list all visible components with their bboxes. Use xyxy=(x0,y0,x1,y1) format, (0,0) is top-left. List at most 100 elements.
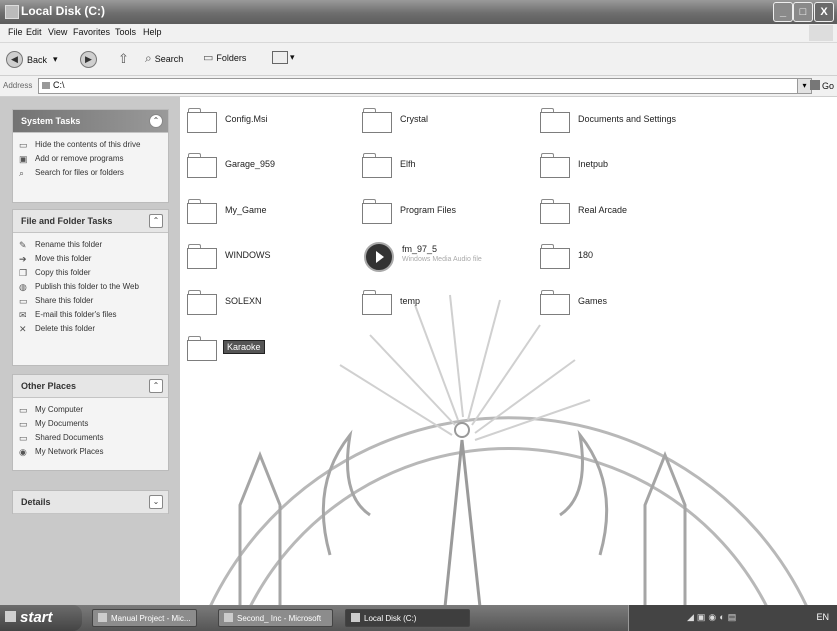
folder-icon xyxy=(362,153,392,178)
folder-icon xyxy=(362,108,392,133)
folder-icon xyxy=(187,153,217,178)
up-folder-button[interactable]: ⇧ xyxy=(118,51,129,67)
system-tasks-header[interactable]: System Tasks ⌃ xyxy=(13,110,168,133)
collapse-icon[interactable]: ⌃ xyxy=(149,214,163,228)
task-pane: System Tasks ⌃ ▭ Hide the contents of thi… xyxy=(0,97,180,605)
taskbar-button-second[interactable]: Second_ Inc - Microsoft xyxy=(218,609,333,627)
windows-flag-icon xyxy=(809,25,833,41)
start-button[interactable]: start xyxy=(0,605,82,631)
folder-icon xyxy=(187,290,217,315)
file-folder-tasks-title: File and Folder Tasks xyxy=(21,216,113,226)
documents-icon: ▭ xyxy=(19,419,28,429)
folder-icon xyxy=(540,244,570,269)
rename-field[interactable]: Karaoke xyxy=(223,340,265,354)
tray-icons[interactable]: ◢▣◉◐▤ xyxy=(687,612,739,623)
search-icon: ⌕ xyxy=(19,168,25,178)
toolbar: ◀ Back ▾ ▶ ⇧ ⌕ Search ▭ Folders ▾ xyxy=(0,43,837,76)
details-header[interactable]: Details ⌄ xyxy=(13,491,168,514)
drive-icon xyxy=(5,5,19,19)
university-seal-watermark xyxy=(208,294,809,607)
menu-help[interactable]: Help xyxy=(143,27,162,37)
shared-documents-link[interactable]: ▭ Shared Documents xyxy=(13,431,168,445)
window-title: Local Disk (C:) xyxy=(21,4,106,18)
menu-tools[interactable]: Tools xyxy=(115,27,136,37)
address-input[interactable]: C:\ ▾ xyxy=(38,78,812,94)
minimize-button[interactable]: _ xyxy=(773,2,793,22)
move-folder-link[interactable]: ➔ Move this folder xyxy=(13,252,168,266)
delete-folder-link[interactable]: ✕ Delete this folder xyxy=(13,322,168,336)
my-computer-link[interactable]: ▭ My Computer xyxy=(13,403,168,417)
back-arrow-icon: ◀ xyxy=(6,51,23,68)
views-button[interactable]: ▾ xyxy=(272,51,295,64)
network-icon: ◉ xyxy=(19,447,27,457)
folder-icon xyxy=(540,290,570,315)
system-tasks-title: System Tasks xyxy=(21,116,81,126)
folder-icon xyxy=(351,613,360,622)
back-dropdown-icon[interactable]: ▾ xyxy=(53,54,58,65)
folder-icon xyxy=(187,108,217,133)
address-bar: Address C:\ ▾ Go xyxy=(0,76,837,97)
share-folder-link[interactable]: ▭ Share this folder xyxy=(13,294,168,308)
email-folder-link[interactable]: ✉ E-mail this folder's files xyxy=(13,308,168,322)
maximize-button[interactable]: □ xyxy=(793,2,813,22)
move-icon: ➔ xyxy=(19,254,27,264)
folder-icon xyxy=(362,290,392,315)
my-network-places-link[interactable]: ◉ My Network Places xyxy=(13,445,168,459)
system-tasks-panel: System Tasks ⌃ ▭ Hide the contents of thi… xyxy=(12,109,169,203)
windows-logo-icon xyxy=(5,611,16,622)
publish-folder-link[interactable]: ◍ Publish this folder to the Web xyxy=(13,280,168,294)
folder-icon: ▭ xyxy=(19,140,28,150)
forward-arrow-icon: ▶ xyxy=(80,51,97,68)
collapse-icon[interactable]: ⌃ xyxy=(149,114,163,128)
menu-favorites[interactable]: Favorites xyxy=(73,27,110,37)
publish-icon: ◍ xyxy=(19,282,27,292)
add-remove-icon: ▣ xyxy=(19,154,28,164)
taskbar: start Manual Project - Mic... Second_ In… xyxy=(0,605,837,631)
go-button[interactable]: Go xyxy=(809,80,834,91)
rename-folder-link[interactable]: ✎ Rename this folder xyxy=(13,238,168,252)
taskbar-button-manual-project[interactable]: Manual Project - Mic... xyxy=(92,609,197,627)
menu-file[interactable]: File xyxy=(8,27,23,37)
word-icon xyxy=(98,613,107,622)
folders-button[interactable]: ▭ Folders xyxy=(203,51,246,64)
forward-button[interactable]: ▶ xyxy=(80,51,97,68)
collapse-icon[interactable]: ⌃ xyxy=(149,379,163,393)
my-documents-link[interactable]: ▭ My Documents xyxy=(13,417,168,431)
address-value: C:\ xyxy=(53,80,65,90)
folder-icon xyxy=(187,336,217,361)
add-remove-programs-link[interactable]: ▣ Add or remove programs xyxy=(13,152,168,166)
copy-folder-link[interactable]: ❐ Copy this folder xyxy=(13,266,168,280)
menu-view[interactable]: View xyxy=(48,27,67,37)
title-bar[interactable]: Local Disk (C:) _ □ X xyxy=(0,0,837,24)
folder-icon xyxy=(187,199,217,224)
rename-icon: ✎ xyxy=(19,240,27,250)
computer-icon: ▭ xyxy=(19,405,28,415)
delete-icon: ✕ xyxy=(19,324,27,334)
menu-edit[interactable]: Edit xyxy=(26,27,42,37)
taskbar-button-local-disk[interactable]: Local Disk (C:) xyxy=(345,609,470,627)
close-button[interactable]: X xyxy=(814,2,834,22)
search-icon: ⌕ xyxy=(145,51,152,65)
expand-icon[interactable]: ⌄ xyxy=(149,495,163,509)
views-icon xyxy=(272,51,288,64)
up-folder-icon: ⇧ xyxy=(118,51,129,66)
folders-icon: ▭ xyxy=(203,52,214,64)
search-files-link[interactable]: ⌕ Search for files or folders xyxy=(13,166,168,180)
media-player-icon xyxy=(364,242,394,272)
copy-icon: ❐ xyxy=(19,268,28,278)
other-places-header[interactable]: Other Places ⌃ xyxy=(13,375,168,398)
details-panel: Details ⌄ xyxy=(12,490,169,514)
address-dropdown-icon[interactable]: ▾ xyxy=(797,79,811,93)
other-places-panel: Other Places ⌃ ▭ My Computer ▭ My Document… xyxy=(12,374,169,471)
search-button[interactable]: ⌕ Search xyxy=(145,51,183,66)
back-button[interactable]: ◀ Back ▾ xyxy=(6,51,58,68)
menu-bar: File Edit View Favorites Tools Help xyxy=(0,24,837,43)
other-places-title: Other Places xyxy=(21,381,77,391)
email-icon: ✉ xyxy=(19,310,27,320)
file-folder-tasks-header[interactable]: File and Folder Tasks ⌃ xyxy=(13,210,168,233)
folder-icon xyxy=(362,199,392,224)
hide-contents-link[interactable]: ▭ Hide the contents of this drive xyxy=(13,138,168,152)
folder-icon xyxy=(540,153,570,178)
share-icon: ▭ xyxy=(19,296,28,306)
language-indicator[interactable]: EN xyxy=(816,612,829,622)
